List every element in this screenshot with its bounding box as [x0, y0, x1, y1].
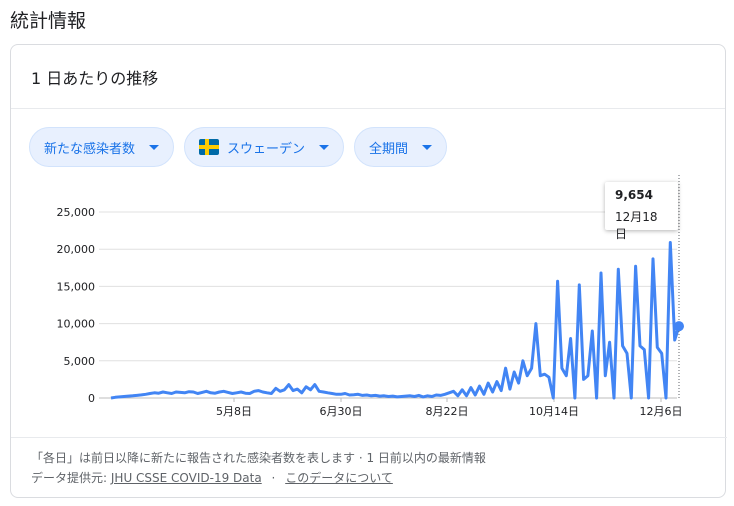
- footer-note: 「各日」は前日以降に新たに報告された感染者数を表します · 1 日前以内の最新情…: [31, 451, 486, 465]
- card-footer: 「各日」は前日以降に新たに報告された感染者数を表します · 1 日前以内の最新情…: [11, 437, 727, 499]
- y-tick-label: 0: [88, 392, 95, 405]
- stats-card: 1 日あたりの推移 新たな感染者数 スウェーデン 全期間 0 5,000 10,00…: [10, 44, 727, 499]
- card-title: 1 日あたりの推移: [31, 68, 159, 88]
- page-title: 統計情報: [10, 10, 87, 32]
- filter-chips: 新たな感染者数 スウェーデン 全期間: [29, 127, 448, 167]
- y-tick-label: 10,000: [57, 318, 96, 331]
- source-label: データ提供元:: [31, 471, 108, 485]
- x-tick-label: 5月8日: [216, 405, 252, 418]
- y-tick-label: 20,000: [57, 243, 96, 256]
- caret-down-icon: [319, 144, 330, 150]
- metric-dropdown[interactable]: 新たな感染者数: [29, 127, 175, 167]
- x-tick-label: 8月22日: [426, 405, 469, 418]
- metric-dropdown-label: 新たな感染者数: [44, 141, 136, 157]
- x-tick-label: 10月14日: [529, 405, 579, 418]
- tooltip-date: 12月18日: [615, 210, 658, 241]
- y-tick-label: 15,000: [57, 280, 96, 293]
- separator-dot: ·: [271, 471, 276, 485]
- sweden-flag-icon: [199, 139, 220, 155]
- x-tick-label: 6月30日: [320, 405, 363, 418]
- period-dropdown-label: 全期間: [369, 141, 409, 157]
- footer-source-row: データ提供元: JHU CSSE COVID-19 Data · このデータにつ…: [31, 468, 707, 488]
- country-dropdown-label: スウェーデン: [227, 141, 306, 157]
- x-tick-label: 12月6日: [640, 405, 683, 418]
- hover-point: [674, 321, 684, 332]
- series-line: [110, 241, 681, 400]
- about-data-link[interactable]: このデータについて: [285, 471, 393, 485]
- tooltip-value: 9,654: [615, 188, 653, 202]
- y-tick-label: 5,000: [64, 355, 96, 368]
- chart-tooltip: 9,654 12月18日: [605, 182, 678, 241]
- caret-down-icon: [149, 144, 160, 150]
- caret-down-icon: [422, 144, 433, 150]
- period-dropdown[interactable]: 全期間: [354, 127, 448, 167]
- country-dropdown[interactable]: スウェーデン: [184, 127, 345, 167]
- card-header: 1 日あたりの推移: [11, 45, 725, 109]
- source-link[interactable]: JHU CSSE COVID-19 Data: [111, 471, 262, 485]
- y-tick-label: 25,000: [57, 206, 96, 219]
